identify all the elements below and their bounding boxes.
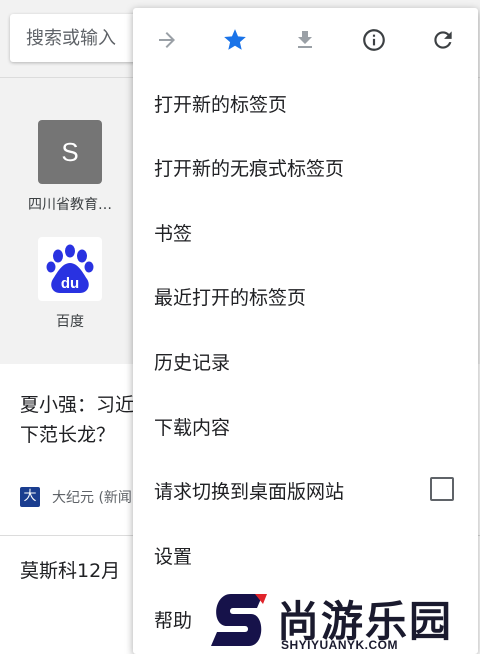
download-page-button[interactable] — [285, 20, 325, 60]
tile-label: 百度 — [56, 314, 84, 330]
bookmark-star-button[interactable] — [215, 20, 255, 60]
site-watermark: 尚游乐园 SHYIYUANYK.COM — [205, 586, 480, 654]
menu-item-label: 请求切换到桌面版网站 — [154, 480, 345, 503]
tile-label: 四川省教育… — [28, 197, 112, 213]
forward-button[interactable] — [147, 20, 187, 60]
menu-item-label: 下载内容 — [154, 416, 231, 439]
menu-item-label: 打开新的标签页 — [154, 93, 288, 116]
article-title[interactable]: 夏小强：习近 下范长龙？ — [20, 390, 140, 454]
menu-item-request-desktop-site[interactable]: 请求切换到桌面版网站 — [133, 458, 478, 522]
star-icon — [224, 29, 246, 50]
menu-item-downloads[interactable]: 下载内容 — [133, 394, 478, 458]
baidu-paw-icon: du — [38, 237, 102, 301]
menu-item-new-tab[interactable]: 打开新的标签页 — [133, 71, 478, 135]
baidu-logo-text: du — [61, 275, 79, 292]
download-icon — [298, 31, 312, 48]
menu-item-label: 最近打开的标签页 — [154, 286, 307, 309]
menu-item-label: 历史记录 — [154, 351, 231, 374]
menu-item-label: 帮助 — [154, 609, 193, 632]
info-icon — [363, 29, 385, 51]
forward-arrow-icon — [159, 32, 175, 48]
menu-item-settings[interactable]: 设置 — [133, 523, 478, 587]
menu-item-history[interactable]: 历史记录 — [133, 329, 478, 393]
watermark-url: SHYIYUANYK.COM — [281, 638, 399, 652]
page-info-button[interactable] — [354, 20, 394, 60]
most-visited-tile-sichuan[interactable]: S 四川省教育… — [15, 120, 125, 214]
menu-item-bookmarks[interactable]: 书签 — [133, 200, 478, 264]
most-visited-tile-baidu[interactable]: du 百度 — [15, 237, 125, 331]
menu-item-new-incognito-tab[interactable]: 打开新的无痕式标签页 — [133, 135, 478, 199]
menu-item-label: 设置 — [154, 545, 193, 568]
menu-toolbar — [133, 8, 478, 71]
menu-item-label: 书签 — [154, 222, 193, 245]
publisher-logo-icon: 大 — [20, 487, 40, 507]
article-source: 大 大纪元 (新闻 — [20, 487, 132, 507]
menu-item-label: 打开新的无痕式标签页 — [154, 157, 345, 180]
overflow-menu: 打开新的标签页 打开新的无痕式标签页 书签 最近打开的标签页 历史记录 下载内容… — [133, 8, 478, 654]
reload-button[interactable] — [423, 20, 463, 60]
article-title[interactable]: 莫斯科12月 — [20, 556, 120, 583]
menu-item-recent-tabs[interactable]: 最近打开的标签页 — [133, 264, 478, 328]
site-letter-icon: S — [38, 120, 102, 184]
publisher-name: 大纪元 (新闻 — [52, 490, 132, 506]
reload-icon — [434, 31, 452, 49]
watermark-logo-icon — [211, 594, 267, 646]
desktop-site-checkbox[interactable] — [430, 477, 454, 501]
